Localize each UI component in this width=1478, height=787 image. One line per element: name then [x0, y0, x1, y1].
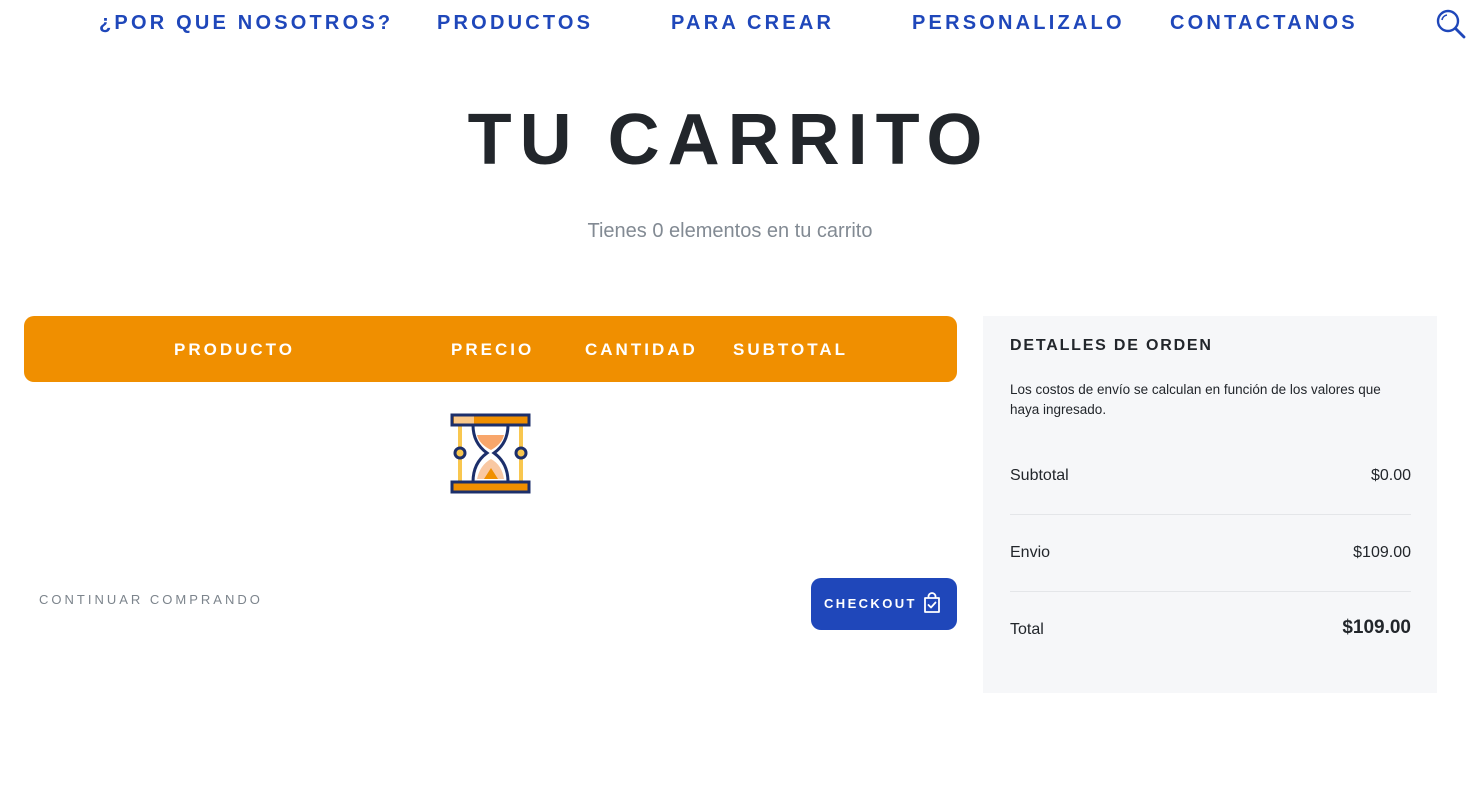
- order-details-title: DETALLES DE ORDEN: [1010, 337, 1213, 354]
- total-row: Total $109.00: [1010, 617, 1411, 644]
- shipping-value: $109.00: [1353, 544, 1411, 561]
- divider: [1010, 514, 1411, 515]
- order-details-panel: DETALLES DE ORDEN Los costos de envío se…: [983, 316, 1437, 693]
- cart-page: ¿POR QUE NOSOTROS? PRODUCTOS PARA CREAR …: [0, 0, 1478, 787]
- column-header-price: PRECIO: [451, 340, 535, 359]
- shopping-bag-check-icon: [922, 592, 942, 614]
- nav-item-customize[interactable]: PERSONALIZALO: [912, 11, 1125, 35]
- column-header-subtotal: SUBTOTAL: [733, 340, 848, 359]
- cart-table-header: PRODUCTO PRECIO CANTIDAD SUBTOTAL: [24, 316, 957, 382]
- search-icon[interactable]: [1435, 8, 1467, 40]
- shipping-row: Envio $109.00: [1010, 543, 1411, 567]
- total-label: Total: [1010, 621, 1044, 638]
- hourglass-icon: [450, 413, 531, 494]
- total-value: $109.00: [1342, 617, 1411, 638]
- checkout-button-label: CHECKOUT: [824, 596, 917, 611]
- page-title: TU CARRITO: [467, 100, 991, 180]
- divider: [1010, 591, 1411, 592]
- nav-item-to-create[interactable]: PARA CREAR: [671, 11, 834, 35]
- nav-item-products[interactable]: PRODUCTOS: [437, 11, 593, 35]
- checkout-button[interactable]: CHECKOUT: [811, 578, 957, 630]
- shipping-note: Los costos de envío se calculan en funci…: [1010, 382, 1381, 417]
- continue-shopping-link[interactable]: CONTINUAR COMPRANDO: [39, 592, 263, 607]
- shipping-label: Envio: [1010, 544, 1051, 561]
- column-header-product: PRODUCTO: [174, 340, 295, 359]
- nav-item-contact[interactable]: CONTACTANOS: [1170, 11, 1358, 35]
- column-header-quantity: CANTIDAD: [585, 340, 698, 359]
- top-navigation: ¿POR QUE NOSOTROS? PRODUCTOS PARA CREAR …: [0, 0, 1478, 46]
- nav-item-why-us[interactable]: ¿POR QUE NOSOTROS?: [99, 11, 393, 35]
- cart-count-text: Tienes 0 elementos en tu carrito: [587, 220, 873, 242]
- subtotal-value: $0.00: [1370, 467, 1411, 484]
- subtotal-label: Subtotal: [1010, 467, 1069, 484]
- subtotal-row: Subtotal $0.00: [1010, 466, 1411, 490]
